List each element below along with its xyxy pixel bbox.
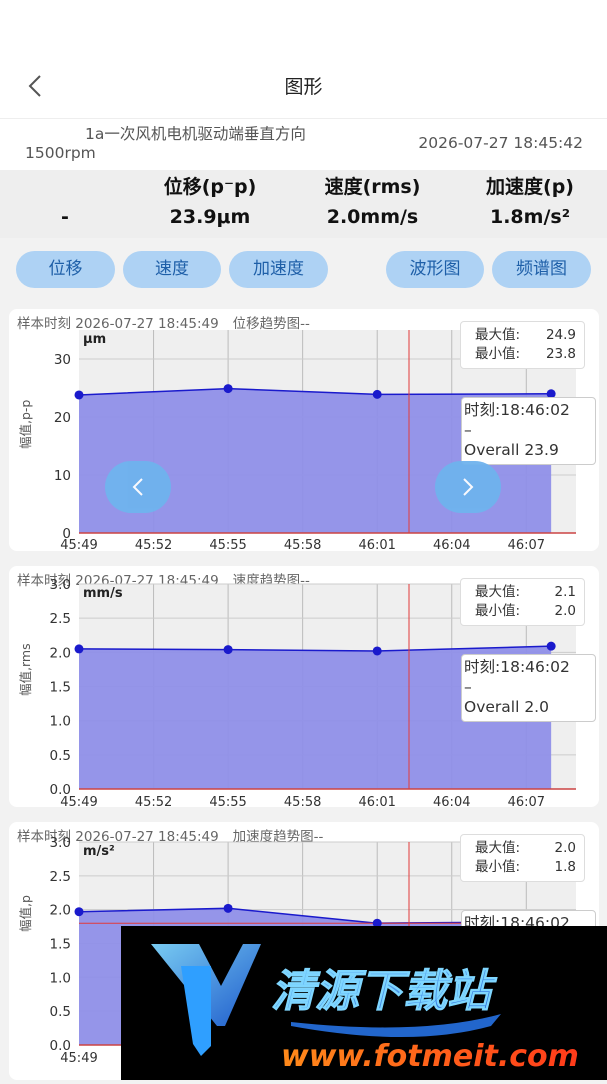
data-point xyxy=(372,646,382,656)
min-max-box: 最大值: 2.1 最小值: 2.0 xyxy=(460,578,585,626)
measurement-point-line2: 1500rpm xyxy=(25,144,96,162)
watermark-title: 清源下载站 xyxy=(271,966,498,1017)
waveform-button[interactable]: 波形图 xyxy=(386,251,484,288)
chevron-right-icon xyxy=(463,478,474,496)
max-value: 2.0 xyxy=(554,840,576,856)
stat-header-displacement: 位移(p⁻p) xyxy=(163,176,257,198)
data-point xyxy=(74,390,84,400)
min-label: 最小值: xyxy=(475,346,521,362)
spectrum-button[interactable]: 频谱图 xyxy=(492,251,591,288)
tooltip-time: 时刻:18:46:02 xyxy=(464,401,570,419)
stat-value-acceleration: 1.8m/s² xyxy=(489,206,571,228)
data-point xyxy=(223,645,233,655)
tooltip-dash: – xyxy=(464,678,472,696)
x-tick-label: 45:55 xyxy=(209,795,246,807)
max-label: 最大值: xyxy=(475,584,521,600)
data-point xyxy=(372,389,382,399)
y-axis-label: 幅值,rms xyxy=(18,643,33,696)
y-tick-label: 10 xyxy=(54,468,71,484)
tooltip-time: 时刻:18:46:02 xyxy=(464,658,570,676)
y-tick-label: 0.5 xyxy=(50,748,71,764)
y-tick-label: 1.0 xyxy=(50,714,71,730)
stat-value-displacement: 23.9μm xyxy=(169,206,251,228)
measurement-point-name: 1a一次风机电机驱动端垂直方向 1500rpm xyxy=(25,125,375,163)
tooltip-overall: Overall 2.0 xyxy=(464,698,549,716)
min-label: 最小值: xyxy=(475,859,521,875)
previous-button[interactable] xyxy=(105,461,171,513)
y-tick-label: 2.5 xyxy=(50,869,71,885)
stat-value-blank: - xyxy=(61,206,69,228)
max-label: 最大值: xyxy=(475,840,521,856)
min-label: 最小值: xyxy=(475,603,521,619)
tooltip-overall: Overall 23.9 xyxy=(464,441,559,459)
data-point xyxy=(74,644,84,654)
stat-header-acceleration: 加速度(p) xyxy=(486,176,574,198)
max-value: 24.9 xyxy=(545,327,576,343)
y-axis-label: 幅值,p-p xyxy=(18,399,33,449)
y-tick-label: 0.0 xyxy=(50,1038,71,1054)
y-tick-label: 3.0 xyxy=(50,577,71,593)
x-tick-label: 46:01 xyxy=(358,795,395,807)
x-tick-label: 45:58 xyxy=(284,795,321,807)
max-label: 最大值: xyxy=(475,327,521,343)
data-tooltip: 时刻:18:46:02 – Overall 2.0 xyxy=(461,654,596,722)
x-tick-label: 46:07 xyxy=(508,538,545,551)
displacement-trend-card: 样本时刻 2026-07-27 18:45:49 位移趋势图-- 45:49 45:… xyxy=(9,309,599,551)
y-tick-label: 2.0 xyxy=(50,903,71,919)
x-tick-label: 45:58 xyxy=(284,538,321,551)
y-axis-label: 幅值,p xyxy=(18,895,33,932)
x-tick-label: 46:04 xyxy=(433,795,470,807)
chevron-left-icon xyxy=(132,478,143,496)
y-tick-label: 3.0 xyxy=(50,835,71,851)
app-header: 图形 xyxy=(0,0,607,118)
measurement-point-line1: 1a一次风机电机驱动端垂直方向 xyxy=(85,125,306,143)
velocity-button[interactable]: 速度 xyxy=(123,251,221,288)
page-title: 图形 xyxy=(284,76,323,98)
y-tick-label: 0 xyxy=(62,526,71,542)
tooltip-dash: – xyxy=(464,421,472,439)
watermark-banner: 清源下载站 www.fotmeit.com xyxy=(121,926,607,1080)
measurement-info-bar: 1a一次风机电机驱动端垂直方向 1500rpm 2026-07-27 18:45… xyxy=(0,118,607,170)
y-tick-label: 20 xyxy=(54,410,71,426)
acceleration-button[interactable]: 加速度 xyxy=(229,251,328,288)
logo-emblem-icon xyxy=(151,944,261,1056)
y-tick-label: 2.5 xyxy=(50,611,71,627)
data-tooltip: 时刻:18:46:02 – Overall 23.9 xyxy=(461,397,596,465)
stats-panel: 位移(p⁻p) 速度(rms) 加速度(p) - 23.9μm 2.0mm/s … xyxy=(0,170,607,238)
unit-label: m/s² xyxy=(83,844,115,859)
min-value: 23.8 xyxy=(545,346,576,362)
min-max-box: 最大值: 24.9 最小值: 23.8 xyxy=(460,321,585,369)
y-tick-label: 1.5 xyxy=(50,680,71,696)
data-point xyxy=(74,907,84,917)
x-tick-label: 45:55 xyxy=(209,538,246,551)
watermark-url: www.fotmeit.com xyxy=(281,1039,579,1074)
unit-label: mm/s xyxy=(83,586,123,601)
x-tick-label: 46:04 xyxy=(433,538,470,551)
min-value: 1.8 xyxy=(554,859,576,875)
y-tick-label: 0.5 xyxy=(50,1004,71,1020)
y-tick-label: 2.0 xyxy=(50,645,71,661)
data-point xyxy=(223,903,233,913)
watermark-logo: 清源下载站 www.fotmeit.com xyxy=(151,944,579,1074)
data-point xyxy=(223,384,233,394)
data-point xyxy=(546,641,556,651)
velocity-trend-card: 样本时刻 2026-07-27 18:45:49 速度趋势图-- 45:49 45:… xyxy=(9,566,599,807)
x-tick-label: 46:01 xyxy=(358,538,395,551)
unit-label: μm xyxy=(83,332,106,347)
next-button[interactable] xyxy=(435,461,501,513)
measurement-time: 2026-07-27 18:45:42 xyxy=(418,134,583,152)
x-tick-label: 46:07 xyxy=(508,795,545,807)
stat-value-velocity: 2.0mm/s xyxy=(326,206,419,228)
x-tick-label: 45:52 xyxy=(135,538,172,551)
y-tick-label: 1.0 xyxy=(50,970,71,986)
min-max-box: 最大值: 2.0 最小值: 1.8 xyxy=(460,834,585,882)
y-tick-label: 1.5 xyxy=(50,937,71,953)
max-value: 2.1 xyxy=(554,584,576,600)
y-tick-label: 0.0 xyxy=(50,782,71,798)
y-tick-label: 30 xyxy=(54,352,71,368)
displacement-button[interactable]: 位移 xyxy=(16,251,115,288)
min-value: 2.0 xyxy=(554,603,576,619)
stat-header-velocity: 速度(rms) xyxy=(324,176,421,198)
x-tick-label: 45:52 xyxy=(135,795,172,807)
